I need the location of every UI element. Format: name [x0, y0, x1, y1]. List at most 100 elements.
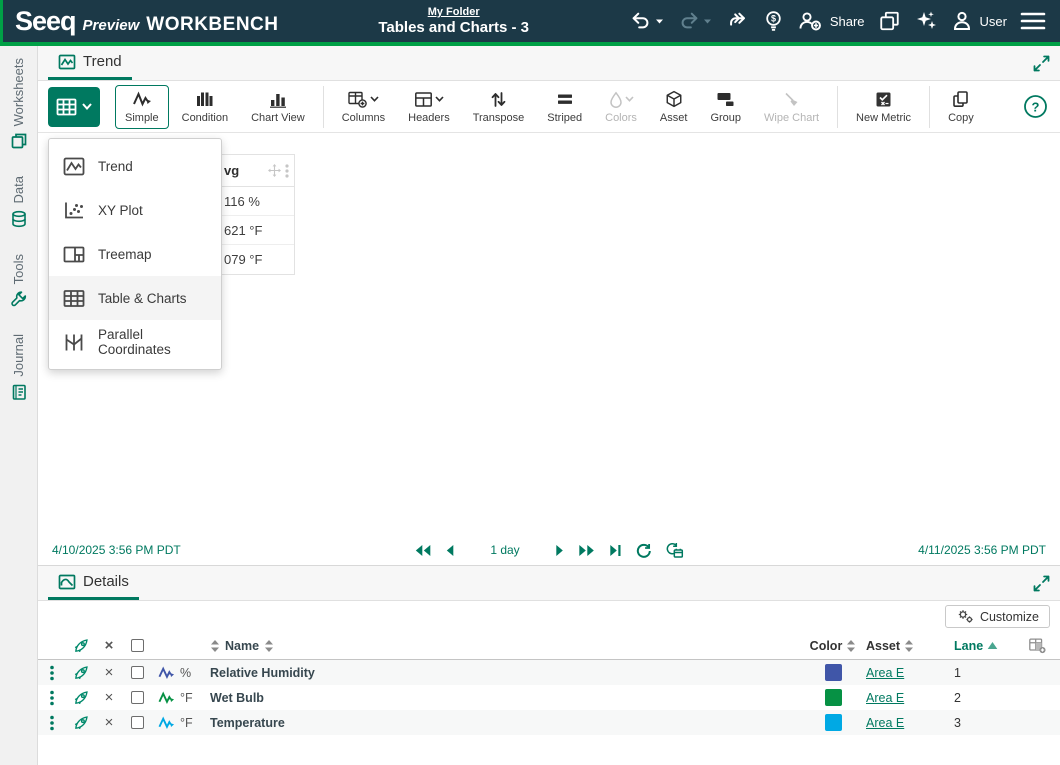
move-icon[interactable] [268, 164, 281, 177]
color-cell [800, 664, 866, 681]
share-label[interactable]: Share [830, 14, 865, 29]
duration-label[interactable]: 1 day [490, 543, 519, 557]
step-forward-icon[interactable] [556, 544, 565, 557]
asset-link[interactable]: Area E [866, 666, 904, 680]
preview-table-header-icons [268, 164, 289, 178]
ai-assistant-icon[interactable] [914, 9, 938, 33]
preview-table-header[interactable]: vg [216, 155, 294, 187]
condition-mode-button[interactable]: Condition [172, 85, 238, 129]
share-icon[interactable] [797, 10, 823, 32]
remove-icon[interactable]: × [96, 689, 122, 706]
lane-column-header[interactable]: Lane [954, 639, 1014, 653]
striped-button[interactable]: Striped [537, 85, 592, 129]
investigate-icon[interactable] [66, 715, 96, 730]
colors-dropdown-button[interactable]: Colors [595, 85, 647, 129]
step-forward-many-icon[interactable] [579, 544, 596, 557]
new-metric-button[interactable]: New Metric [846, 85, 921, 129]
headers-dropdown-button[interactable]: Headers [398, 85, 460, 129]
step-to-end-icon[interactable] [610, 544, 622, 557]
signal-name[interactable]: Wet Bulb [210, 691, 800, 705]
menu-item-label: Trend [98, 159, 133, 174]
preview-table-cell[interactable]: 621 °F [216, 216, 294, 245]
remove-icon[interactable]: × [96, 664, 122, 681]
user-icon[interactable] [951, 10, 973, 32]
view-type-dropdown-button[interactable] [48, 87, 100, 127]
sort-icon[interactable] [904, 639, 914, 653]
row-kebab-menu-icon[interactable] [38, 715, 66, 731]
sort-icon[interactable] [264, 639, 274, 653]
signal-name[interactable]: Relative Humidity [210, 666, 800, 680]
details-row-temperature[interactable]: × °F Temperature Area E 3 [38, 710, 1060, 735]
menu-item-xy-plot[interactable]: XY Plot [49, 188, 221, 232]
group-button[interactable]: Group [700, 85, 751, 129]
menu-item-table-charts[interactable]: Table & Charts [49, 276, 221, 320]
name-column-header[interactable]: Name [210, 639, 800, 653]
user-label[interactable]: User [980, 14, 1007, 29]
sidebar-item-journal[interactable]: Journal [10, 334, 28, 401]
trend-tab-icon [58, 54, 76, 70]
remove-all-icon[interactable]: × [96, 637, 122, 654]
customize-button[interactable]: Customize [945, 605, 1050, 628]
redo-all-icon[interactable] [725, 10, 750, 32]
tab-trend[interactable]: Trend [48, 46, 132, 80]
help-icon[interactable]: ? [1023, 94, 1048, 119]
columns-dropdown-button[interactable]: Columns [332, 85, 395, 129]
details-row-relative-humidity[interactable]: × % Relative Humidity Area E 1 [38, 660, 1060, 685]
details-row-wet-bulb[interactable]: × °F Wet Bulb Area E 2 [38, 685, 1060, 710]
value-search-icon[interactable]: $ [763, 10, 784, 32]
sidebar-item-worksheets[interactable]: Worksheets [10, 58, 28, 150]
asset-link[interactable]: Area E [866, 716, 904, 730]
sort-asc-icon[interactable] [987, 641, 998, 650]
trend-expand-icon[interactable] [1033, 55, 1050, 72]
row-checkbox[interactable] [131, 716, 144, 729]
step-back-many-icon[interactable] [414, 544, 431, 557]
investigate-icon[interactable] [66, 690, 96, 705]
menu-item-treemap[interactable]: Treemap [49, 232, 221, 276]
row-kebab-menu-icon[interactable] [38, 665, 66, 681]
asset-link[interactable]: Area E [866, 691, 904, 705]
worksheets-panel-icon[interactable] [878, 10, 901, 32]
seeq-logo: Seeq Preview WORKBENCH [15, 6, 278, 37]
preview-table-cell[interactable]: 079 °F [216, 245, 294, 274]
signal-name[interactable]: Temperature [210, 716, 800, 730]
step-back-icon[interactable] [445, 544, 454, 557]
color-swatch[interactable] [825, 689, 842, 706]
sidebar-worksheets-label: Worksheets [11, 58, 26, 126]
asset-column-header[interactable]: Asset [866, 639, 954, 653]
color-column-header[interactable]: Color [800, 639, 866, 653]
sort-icon[interactable] [846, 639, 856, 653]
tab-details[interactable]: Details [48, 566, 139, 600]
kebab-menu-icon[interactable] [285, 164, 289, 178]
copy-button[interactable]: Copy [938, 85, 984, 129]
redo-icon[interactable] [677, 10, 712, 32]
folder-breadcrumb-link[interactable]: My Folder [428, 6, 480, 18]
sort-icon[interactable] [210, 639, 220, 653]
wipe-chart-button[interactable]: Wipe Chart [754, 85, 829, 129]
menu-item-parallel-coordinates[interactable]: Parallel Coordinates [49, 320, 221, 364]
color-swatch[interactable] [825, 714, 842, 731]
sidebar-item-tools[interactable]: Tools [10, 254, 28, 308]
refresh-icon[interactable] [636, 543, 652, 558]
details-expand-icon[interactable] [1033, 575, 1050, 592]
preview-table-cell[interactable]: 116 % [216, 187, 294, 216]
add-column-icon[interactable] [1014, 637, 1060, 654]
color-swatch[interactable] [825, 664, 842, 681]
remove-icon[interactable]: × [96, 714, 122, 731]
investigate-all-icon[interactable] [66, 638, 96, 653]
row-checkbox[interactable] [131, 691, 144, 704]
undo-icon[interactable] [629, 10, 664, 32]
row-checkbox[interactable] [131, 666, 144, 679]
transpose-button[interactable]: Transpose [463, 85, 535, 129]
chart-view-button[interactable]: Chart View [241, 85, 315, 129]
sidebar-item-data[interactable]: Data [10, 176, 28, 227]
range-end-datetime[interactable]: 4/11/2025 3:56 PM PDT [918, 543, 1046, 557]
simple-mode-button[interactable]: Simple [115, 85, 169, 129]
menu-item-trend[interactable]: Trend [49, 144, 221, 188]
row-kebab-menu-icon[interactable] [38, 690, 66, 706]
asset-button[interactable]: Asset [650, 85, 698, 129]
investigate-icon[interactable] [66, 665, 96, 680]
hamburger-menu-icon[interactable] [1020, 11, 1046, 31]
select-all-checkbox[interactable] [131, 639, 144, 652]
range-start-datetime[interactable]: 4/10/2025 3:56 PM PDT [52, 543, 181, 557]
auto-update-icon[interactable] [666, 542, 684, 558]
